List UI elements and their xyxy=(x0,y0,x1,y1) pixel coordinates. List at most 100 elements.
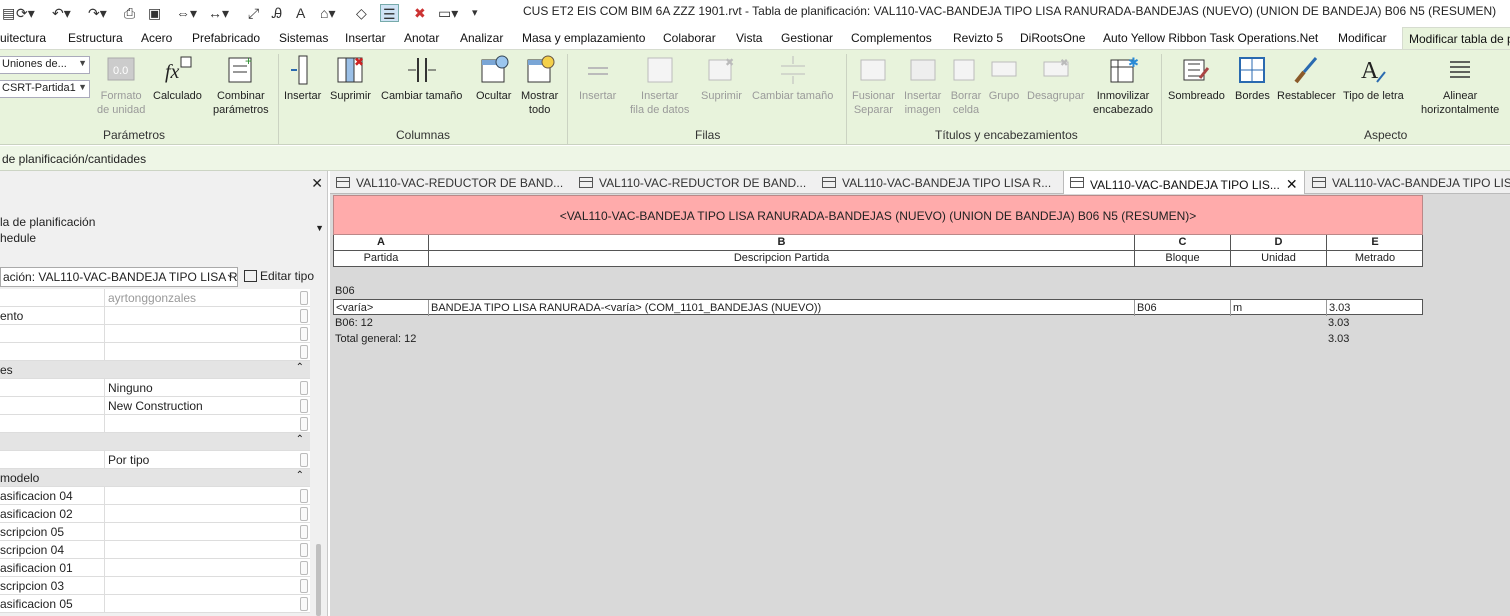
associate-parameter-button[interactable] xyxy=(300,507,308,521)
align-horizontal-button[interactable]: Alinear horizontalmente xyxy=(1421,54,1499,117)
close-hidden-icon[interactable]: ✖ xyxy=(414,4,426,22)
view-tab[interactable]: VAL110-VAC-BANDEJA TIPO LISA R... xyxy=(816,171,1057,194)
menu-dirootsone[interactable]: DiRootsOne xyxy=(1020,31,1085,45)
column-letter-b[interactable]: B xyxy=(429,235,1135,250)
group-label[interactable]: B06 xyxy=(333,283,428,299)
borders-button[interactable]: Bordes xyxy=(1235,54,1270,103)
associate-parameter-button[interactable] xyxy=(300,561,308,575)
freeze-header-button[interactable]: ✱ Inmovilizar encabezado xyxy=(1093,54,1153,117)
combine-parameters-button[interactable]: + Combinar parámetros xyxy=(213,54,269,117)
customize-qa-icon[interactable]: ▾ xyxy=(472,4,478,22)
section-icon[interactable]: ◇ xyxy=(356,4,367,22)
view-tab[interactable]: VAL110-VAC-REDUCTOR DE BAND... xyxy=(573,171,812,194)
resize-column-button[interactable]: Cambiar tamaño xyxy=(381,54,462,103)
property-group-header[interactable]: modelo ⌃ xyxy=(0,469,310,487)
table-row[interactable]: <varía> BANDEJA TIPO LISA RANURADA-<varí… xyxy=(333,299,1423,316)
format-units-button[interactable]: 0.0 Formato de unidad xyxy=(97,54,145,117)
property-value[interactable] xyxy=(104,541,296,559)
menu-auto-yellow[interactable]: Auto Yellow Ribbon Task Operations.Net xyxy=(1103,31,1318,45)
property-row[interactable]: scripcion 04 xyxy=(0,541,310,559)
type-selector[interactable]: la de planificación hedule ▼ xyxy=(0,201,328,259)
chevron-up-icon[interactable]: ⌃ xyxy=(296,362,304,373)
edit-type-button[interactable]: Editar tipo xyxy=(244,269,314,283)
property-group-header[interactable]: es ⌃ xyxy=(0,361,310,379)
text-a-icon[interactable]: A xyxy=(296,4,305,22)
menu-arquitectura[interactable]: uitectura xyxy=(0,31,46,45)
property-value[interactable] xyxy=(104,577,296,595)
property-value[interactable] xyxy=(104,343,296,361)
shading-button[interactable]: Sombreado xyxy=(1168,54,1225,103)
property-value[interactable] xyxy=(104,523,296,541)
associate-parameter-button[interactable] xyxy=(300,597,308,611)
menu-complementos[interactable]: Complementos xyxy=(851,31,932,45)
property-row[interactable]: scripcion 03 xyxy=(0,577,310,595)
property-row[interactable]: asificacion 05 xyxy=(0,595,310,613)
reset-button[interactable]: Restablecer xyxy=(1277,54,1336,103)
associate-parameter-button[interactable] xyxy=(300,525,308,539)
associate-parameter-button[interactable] xyxy=(300,453,308,467)
associate-parameter-button[interactable] xyxy=(300,309,308,323)
menu-modificar[interactable]: Modificar xyxy=(1338,31,1387,45)
view-tab[interactable]: VAL110-VAC-BANDEJA TIPO LIS... ✕ xyxy=(1063,171,1305,194)
redo-icon[interactable]: ↷▾ xyxy=(88,4,107,22)
close-tab-icon[interactable]: ✕ xyxy=(1286,176,1298,192)
hide-column-button[interactable]: Ocultar xyxy=(476,54,511,103)
menu-anotar[interactable]: Anotar xyxy=(404,31,439,45)
calculated-button[interactable]: fx Calculado xyxy=(153,54,202,103)
property-value[interactable]: Por tipo xyxy=(104,451,296,469)
associate-parameter-button[interactable] xyxy=(300,291,308,305)
parameter-combo-2[interactable]: CSRT-Partida1 ▼ xyxy=(0,80,90,98)
associate-parameter-button[interactable] xyxy=(300,543,308,557)
property-value[interactable] xyxy=(104,325,296,343)
instance-filter-combo[interactable]: ación: VAL110-VAC-BANDEJA TIPO LISA R ⌄ xyxy=(0,267,238,287)
insert-column-button[interactable]: Insertar xyxy=(284,54,321,103)
text-icon[interactable]: Ꭿ xyxy=(272,4,282,22)
menu-revizto[interactable]: Revizto 5 xyxy=(953,31,1003,45)
property-value[interactable] xyxy=(104,559,296,577)
delete-column-button[interactable]: ✖ Suprimir xyxy=(330,54,371,103)
menu-estructura[interactable]: Estructura xyxy=(68,31,123,45)
switch-windows-icon[interactable]: ▭▾ xyxy=(438,4,458,22)
header-unidad[interactable]: Unidad xyxy=(1231,251,1327,266)
property-value[interactable] xyxy=(104,487,296,505)
3d-view-icon[interactable]: ⌂▾ xyxy=(320,4,335,22)
property-value[interactable] xyxy=(104,595,296,613)
menu-vista[interactable]: Vista xyxy=(736,31,762,45)
associate-parameter-button[interactable] xyxy=(300,579,308,593)
menu-acero[interactable]: Acero xyxy=(141,31,172,45)
header-metrado[interactable]: Metrado xyxy=(1327,251,1423,266)
property-row[interactable]: ento xyxy=(0,307,310,325)
property-group-header[interactable]: ⌃ xyxy=(0,433,310,451)
view-tab[interactable]: VAL110-VAC-BANDEJA TIPO LISA xyxy=(1306,171,1510,194)
column-letter-d[interactable]: D xyxy=(1231,235,1327,250)
property-row[interactable]: Por tipo xyxy=(0,451,310,469)
parameter-combo[interactable]: Uniones de... ▼ xyxy=(0,56,90,74)
associate-parameter-button[interactable] xyxy=(300,417,308,431)
menu-modificar-tabla[interactable]: Modificar tabla de p xyxy=(1402,27,1510,49)
undo-icon[interactable]: ↶▾ xyxy=(52,4,71,22)
property-row[interactable]: ayrtonggonzales xyxy=(0,289,310,307)
menu-insertar[interactable]: Insertar xyxy=(345,31,386,45)
property-value[interactable]: New Construction xyxy=(104,397,296,415)
menu-gestionar[interactable]: Gestionar xyxy=(781,31,833,45)
header-partida[interactable]: Partida xyxy=(334,251,429,266)
cell-bloque[interactable]: B06 xyxy=(1135,300,1231,316)
chevron-up-icon[interactable]: ⌃ xyxy=(296,470,304,481)
column-letter-a[interactable]: A xyxy=(334,235,429,250)
menu-prefabricado[interactable]: Prefabricado xyxy=(192,31,260,45)
header-bloque[interactable]: Bloque xyxy=(1135,251,1231,266)
property-value[interactable]: ayrtonggonzales xyxy=(104,289,296,307)
property-value[interactable] xyxy=(104,307,296,325)
font-button[interactable]: A Tipo de letra xyxy=(1343,54,1404,103)
property-row[interactable] xyxy=(0,325,310,343)
property-row[interactable]: asificacion 01 xyxy=(0,559,310,577)
thin-lines-icon[interactable]: ☰ xyxy=(380,4,399,22)
chevron-up-icon[interactable]: ⌃ xyxy=(296,434,304,445)
dimension-icon[interactable]: ↔▾ xyxy=(208,4,229,22)
menu-masa[interactable]: Masa y emplazamiento xyxy=(522,31,645,45)
header-descripcion[interactable]: Descripcion Partida xyxy=(429,251,1135,266)
associate-parameter-button[interactable] xyxy=(300,327,308,341)
cell-metrado[interactable]: 3.03 xyxy=(1327,300,1423,316)
property-value[interactable]: Ninguno xyxy=(104,379,296,397)
associate-parameter-button[interactable] xyxy=(300,345,308,359)
